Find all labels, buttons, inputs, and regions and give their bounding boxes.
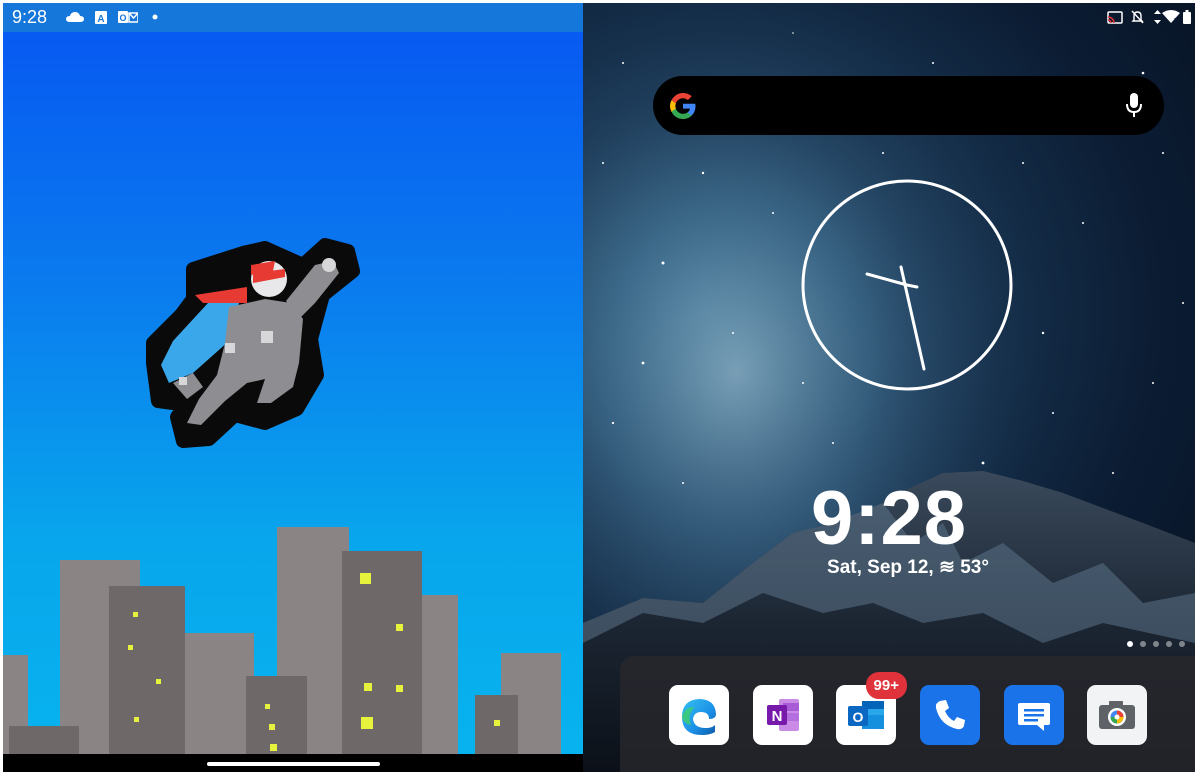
analog-clock-widget[interactable] [799,177,1015,393]
device-screen: 9:28 A O 5 9:28 Sat, Sep 12, ≋ 53° N O 9… [3,3,1195,772]
right-status-bar: 5 [995,3,1195,32]
app-dock: N O 99+ [620,656,1195,772]
svg-text:O: O [119,13,126,23]
messages-app-icon[interactable] [1004,685,1064,745]
google-g-icon [669,92,697,125]
date-text: Sat, Sep 12, [827,557,934,578]
google-search-bar[interactable] [653,76,1164,135]
page-dot [1179,641,1185,647]
wifi-icon: 5 [1162,10,1180,24]
camera-app-icon[interactable] [1087,685,1147,745]
mic-icon[interactable] [1126,92,1142,123]
onedrive-cloud-icon [66,10,84,24]
page-dot [1166,641,1172,647]
svg-text:O: O [853,709,864,725]
temperature: 53° [960,557,989,578]
bell-muted-icon [1131,10,1144,24]
battery-icon [1183,10,1191,24]
phone-app-icon[interactable] [920,685,980,745]
left-pane[interactable]: 9:28 A O [3,3,583,772]
digital-clock[interactable]: 9:28 [583,475,1195,562]
clock-minute-hand [899,265,926,371]
outlook-notification-icon: O [118,10,138,24]
navigation-bar [3,754,583,772]
page-dot [1153,641,1159,647]
outlook-app-icon[interactable]: O 99+ [836,672,907,745]
font-a-icon: A [95,10,107,24]
clock-hour-hand [865,272,909,287]
svg-text:A: A [97,14,104,24]
status-time: 9:28 [12,7,48,27]
edge-app-icon[interactable] [669,685,729,745]
page-dot-active [1127,641,1133,647]
right-pane-home-screen[interactable]: 5 9:28 Sat, Sep 12, ≋ 53° N O 99+ [583,3,1195,772]
svg-text:5: 5 [1174,18,1178,24]
page-dot [1140,641,1146,647]
cast-icon [1107,10,1123,24]
data-arrows-icon [1154,10,1161,24]
notification-badge: 99+ [865,672,907,699]
onenote-app-icon[interactable]: N [753,685,813,745]
date-weather-line[interactable]: Sat, Sep 12, ≋ 53° [583,556,1195,579]
home-handle[interactable] [207,762,380,766]
left-status-bar: 9:28 A O [3,3,583,32]
superhero-artwork [3,238,561,772]
page-indicator [1127,641,1185,647]
dot-icon [152,10,158,24]
svg-text:N: N [772,708,783,725]
haze-icon: ≋ [939,557,955,578]
